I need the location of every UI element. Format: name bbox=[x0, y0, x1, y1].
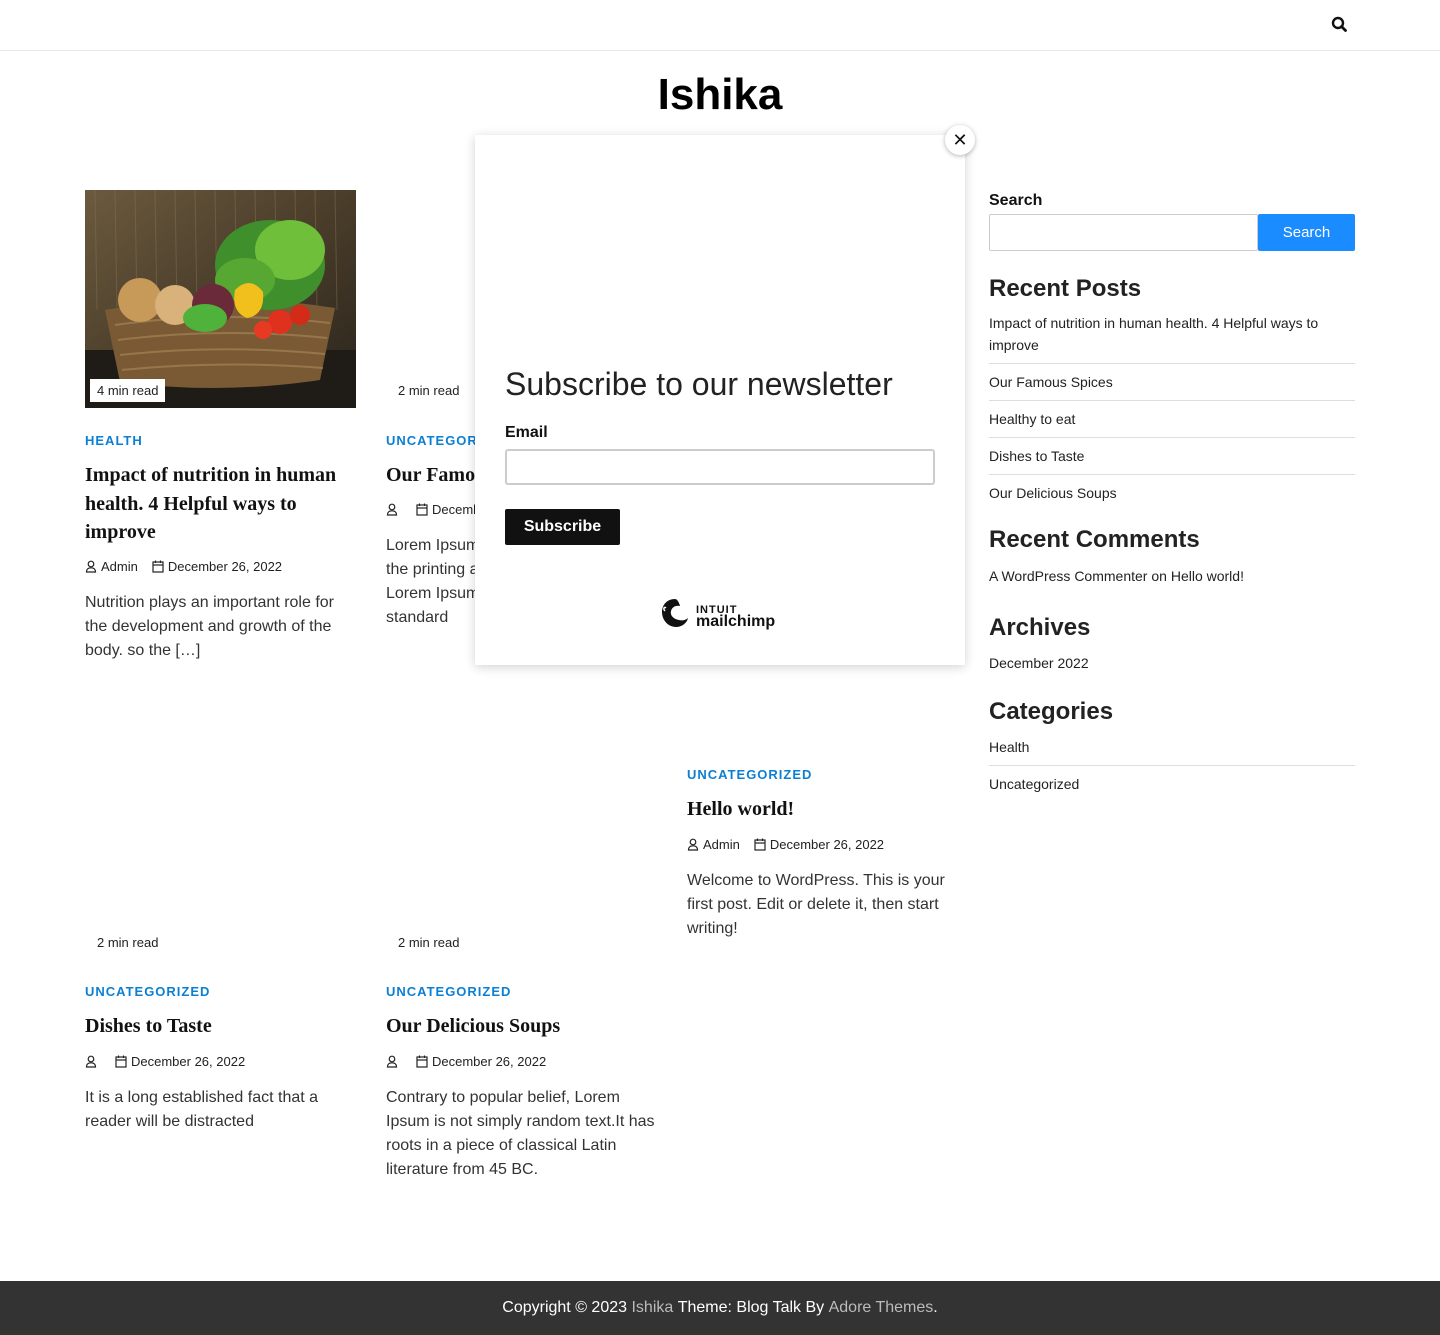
search-button[interactable]: Search bbox=[1258, 214, 1355, 251]
user-icon bbox=[386, 503, 398, 516]
popup-title: Subscribe to our newsletter bbox=[505, 366, 893, 402]
calendar-icon bbox=[754, 838, 766, 851]
user-icon bbox=[85, 1055, 97, 1068]
post-date[interactable]: December 26, 2022 bbox=[131, 1054, 245, 1069]
recent-post-link[interactable]: Our Delicious Soups bbox=[989, 475, 1355, 511]
recent-post-link[interactable]: Our Famous Spices bbox=[989, 364, 1355, 401]
user-icon bbox=[386, 1055, 398, 1068]
post-excerpt: Contrary to popular belief, Lorem Ipsum … bbox=[386, 1089, 655, 1178]
footer-period: . bbox=[933, 1299, 938, 1316]
calendar-icon bbox=[416, 1055, 428, 1068]
calendar-icon bbox=[115, 1055, 127, 1068]
top-bar bbox=[0, 0, 1440, 51]
footer-copyright: Copyright © 2023 bbox=[502, 1299, 628, 1316]
post-category[interactable]: UNCATEGORIZED bbox=[386, 984, 511, 999]
user-icon bbox=[85, 560, 97, 573]
categories-list: Health Uncategorized bbox=[989, 729, 1355, 802]
calendar-icon bbox=[152, 560, 164, 573]
site-footer: Copyright © 2023 Ishika Theme: Blog Talk… bbox=[0, 1281, 1440, 1335]
post-meta: Admin December 26, 2022 bbox=[85, 557, 282, 575]
archives-heading: Archives bbox=[989, 614, 1091, 641]
post-date[interactable]: December 26, 2022 bbox=[168, 559, 282, 574]
mailchimp-brand-line2: mailchimp bbox=[696, 612, 776, 630]
mailchimp-icon bbox=[658, 596, 692, 635]
category-link[interactable]: Uncategorized bbox=[989, 766, 1355, 802]
post-excerpt: Welcome to WordPress. This is your first… bbox=[687, 872, 945, 937]
post-thumbnail-vegetables[interactable] bbox=[85, 190, 356, 408]
read-time-badge: 2 min read bbox=[90, 931, 166, 954]
user-icon bbox=[687, 838, 699, 851]
comment-author-link[interactable]: A WordPress Commenter bbox=[989, 568, 1147, 584]
footer-site-link[interactable]: Ishika bbox=[631, 1299, 673, 1317]
recent-post-link[interactable]: Healthy to eat bbox=[989, 401, 1355, 438]
subscribe-button[interactable]: Subscribe bbox=[505, 509, 620, 545]
category-link[interactable]: Health bbox=[989, 729, 1355, 766]
post-excerpt: It is a long established fact that a rea… bbox=[85, 1089, 319, 1130]
post-date[interactable]: Decemb bbox=[432, 502, 480, 517]
post-date[interactable]: December 26, 2022 bbox=[770, 837, 884, 852]
post-category[interactable]: UNCATEGORIZED bbox=[687, 767, 812, 782]
post-meta: Admin December 26, 2022 bbox=[687, 835, 884, 853]
recent-posts-heading: Recent Posts bbox=[989, 275, 1142, 302]
email-label: Email bbox=[505, 424, 548, 441]
comment-post-link[interactable]: Hello world! bbox=[1171, 568, 1244, 584]
archives-list: December 2022 bbox=[989, 645, 1355, 681]
mailchimp-logo[interactable]: INTUIT mailchimp bbox=[658, 596, 775, 635]
calendar-icon bbox=[416, 503, 428, 516]
footer-theme-text: Theme: Blog Talk By bbox=[677, 1299, 825, 1316]
post-category[interactable]: HEALTH bbox=[85, 433, 143, 448]
post-author[interactable]: Admin bbox=[703, 837, 740, 852]
post-excerpt: Nutrition plays an important role for th… bbox=[85, 594, 334, 659]
footer-author-link[interactable]: Adore Themes bbox=[829, 1299, 934, 1317]
post-title[interactable]: Hello world! bbox=[687, 795, 957, 824]
search-label: Search bbox=[989, 192, 1043, 209]
read-time-badge: 2 min read bbox=[391, 931, 467, 954]
recent-comments-heading: Recent Comments bbox=[989, 526, 1200, 553]
post-meta: Decemb bbox=[386, 500, 480, 518]
post-title[interactable]: Dishes to Taste bbox=[85, 1012, 356, 1041]
recent-comment: A WordPress Commenter on Hello world! bbox=[989, 567, 1244, 585]
close-icon[interactable]: ✕ bbox=[945, 125, 975, 155]
post-title[interactable]: Impact of nutrition in human health. 4 H… bbox=[85, 461, 356, 547]
categories-heading: Categories bbox=[989, 698, 1114, 725]
post-category[interactable]: UNCATEGORIZED bbox=[85, 984, 210, 999]
comment-on-text: on bbox=[1151, 568, 1167, 584]
recent-posts-list: Impact of nutrition in human health. 4 H… bbox=[989, 305, 1355, 511]
site-title[interactable]: Ishika bbox=[0, 70, 1440, 120]
archive-link[interactable]: December 2022 bbox=[989, 645, 1355, 681]
post-meta: December 26, 2022 bbox=[85, 1052, 245, 1070]
read-time-badge: 2 min read bbox=[391, 379, 467, 402]
search-icon[interactable] bbox=[1330, 15, 1350, 35]
post-date[interactable]: December 26, 2022 bbox=[432, 1054, 546, 1069]
read-time-badge: 4 min read bbox=[90, 379, 166, 402]
post-meta: December 26, 2022 bbox=[386, 1052, 546, 1070]
search-input[interactable] bbox=[989, 214, 1258, 251]
post-excerpt: Lorem Ipsum the printing a Lorem Ipsum s… bbox=[386, 537, 480, 626]
recent-post-link[interactable]: Impact of nutrition in human health. 4 H… bbox=[989, 305, 1355, 364]
post-title[interactable]: Our Delicious Soups bbox=[386, 1012, 657, 1041]
email-field[interactable] bbox=[505, 449, 935, 485]
post-category[interactable]: UNCATEGORI bbox=[386, 433, 482, 448]
recent-post-link[interactable]: Dishes to Taste bbox=[989, 438, 1355, 475]
post-author[interactable]: Admin bbox=[101, 559, 138, 574]
